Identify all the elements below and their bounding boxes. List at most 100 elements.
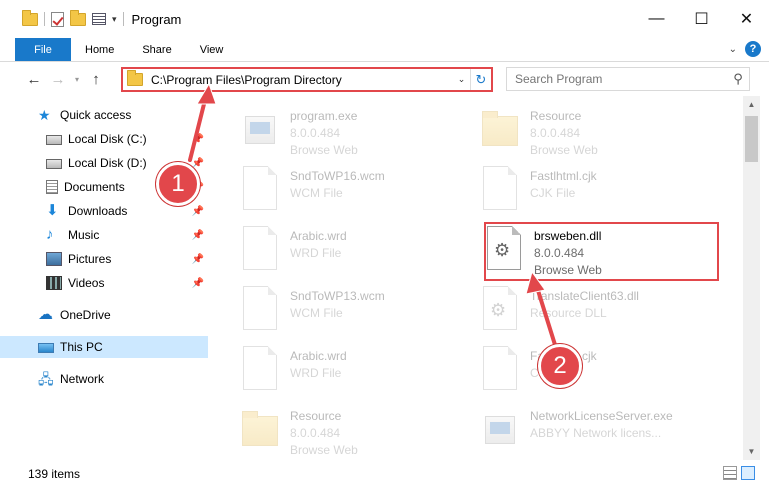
file-version: 8.0.0.484: [290, 126, 341, 140]
tab-share[interactable]: Share: [128, 38, 185, 61]
sidebar-item-label: Quick access: [60, 108, 132, 122]
tiles-view-icon[interactable]: [741, 466, 755, 480]
vertical-scrollbar[interactable]: ▲ ▼: [743, 96, 760, 460]
pin-icon: 📌: [191, 277, 204, 289]
search-box[interactable]: ⚲: [506, 67, 750, 91]
file-item[interactable]: program.exe 8.0.0.484 Browse Web: [240, 102, 485, 160]
file-item[interactable]: Resource 8.0.0.484 Browse Web: [240, 402, 485, 460]
file-name: SndToWP16.wcm: [290, 169, 385, 183]
title-bar: ▾ Program — ☐ ✕: [0, 0, 769, 38]
status-bar: 139 items: [0, 460, 769, 488]
file-item[interactable]: Arabic.wrd WRD File: [240, 222, 485, 280]
folder-icon: [127, 70, 143, 86]
file-type: Resource DLL: [530, 306, 607, 320]
file-name: Arabic.wrd: [290, 229, 347, 243]
sidebar-item-local-disk-c[interactable]: Local Disk (C:) 📌: [0, 128, 208, 150]
sidebar-item-label: This PC: [60, 340, 103, 354]
up-button[interactable]: ↑: [84, 71, 108, 88]
sidebar-item-network[interactable]: 🖧 Network: [0, 368, 208, 390]
file-version: 8.0.0.484: [530, 126, 581, 140]
pin-icon: 📌: [191, 253, 204, 265]
folder-icon[interactable]: [22, 9, 38, 26]
help-icon[interactable]: ?: [745, 41, 761, 57]
scroll-thumb[interactable]: [745, 116, 758, 162]
tab-view[interactable]: View: [186, 38, 238, 61]
sidebar-item-onedrive[interactable]: ☁ OneDrive: [0, 304, 208, 326]
scroll-up-icon[interactable]: ▲: [743, 96, 760, 113]
refresh-icon[interactable]: ↻: [471, 72, 491, 88]
item-count: 139 items: [28, 467, 81, 481]
sidebar-item-this-pc[interactable]: This PC: [0, 336, 208, 358]
file-description: Browse Web: [530, 143, 598, 157]
sidebar-item-pictures[interactable]: Pictures 📌: [0, 248, 208, 270]
file-item[interactable]: Arabic.wrd WRD File: [240, 342, 485, 400]
file-type: CJK File: [530, 186, 576, 200]
videos-icon: [46, 276, 62, 290]
document-file-icon: [240, 226, 280, 272]
address-bar[interactable]: C:\Program Files\Program Directory ⌄ ↻: [121, 67, 493, 92]
file-item[interactable]: SndToWP13.wcm WCM File: [240, 282, 485, 340]
tab-home[interactable]: Home: [71, 38, 128, 61]
file-item[interactable]: Fastlhtml.cjk CJK File: [480, 162, 725, 220]
toolbar-separator: [44, 12, 45, 26]
file-version: 8.0.0.484: [290, 426, 341, 440]
forward-button[interactable]: →: [46, 71, 70, 88]
exe-file-icon: [240, 106, 280, 152]
sidebar-item-videos[interactable]: Videos 📌: [0, 272, 208, 294]
pictures-icon: [46, 252, 62, 266]
file-type: WRD File: [290, 366, 342, 380]
properties-check-icon[interactable]: [51, 11, 64, 27]
sidebar-item-label: Network: [60, 372, 105, 386]
file-item[interactable]: Fastlhtml.cjk CJK File: [480, 342, 725, 400]
music-icon: ♪: [46, 226, 54, 243]
document-file-icon: [240, 166, 280, 212]
sidebar-item-quick-access[interactable]: ★ Quick access: [0, 104, 208, 126]
window-title: Program: [131, 11, 182, 27]
pin-icon: 📌: [191, 205, 204, 217]
recent-locations-dropdown-icon[interactable]: ▾: [70, 75, 84, 84]
document-file-icon: [480, 346, 520, 392]
computer-icon: [38, 342, 54, 353]
scroll-down-icon[interactable]: ▼: [743, 443, 760, 460]
file-name: Fastlhtml.cjk: [530, 169, 597, 183]
close-button[interactable]: ✕: [724, 0, 769, 38]
file-name: Arabic.wrd: [290, 349, 347, 363]
step-badge-1: 1: [156, 162, 200, 206]
maximize-button[interactable]: ☐: [679, 0, 724, 38]
file-item[interactable]: NetworkLicenseServer.exe ABBYY Network l…: [480, 402, 725, 460]
address-path[interactable]: C:\Program Files\Program Directory: [151, 73, 453, 87]
address-dropdown-icon[interactable]: ⌄: [453, 69, 471, 90]
star-icon: ★: [38, 107, 51, 123]
window-controls: — ☐ ✕: [634, 0, 769, 38]
file-item[interactable]: SndToWP16.wcm WCM File: [240, 162, 485, 220]
sidebar-item-music[interactable]: ♪ Music 📌: [0, 224, 208, 246]
exe-file-icon: [480, 406, 520, 452]
step-badge-2: 2: [538, 344, 582, 388]
tab-file[interactable]: File: [15, 38, 71, 61]
window-bottom-edge: [0, 488, 769, 503]
download-icon: ⬇: [46, 202, 59, 219]
pin-icon: 📌: [191, 229, 204, 241]
folder-icon: [480, 106, 520, 152]
back-button[interactable]: ←: [22, 71, 46, 88]
search-icon[interactable]: ⚲: [727, 71, 749, 87]
pin-icon: 📌: [191, 133, 204, 145]
file-name: Resource: [290, 409, 342, 423]
document-file-icon: [240, 346, 280, 392]
sidebar-item-label: Videos: [68, 276, 105, 290]
quick-access-dropdown-icon[interactable]: ▾: [112, 14, 117, 25]
file-type: WRD File: [290, 246, 342, 260]
file-item[interactable]: Resource 8.0.0.484 Browse Web: [480, 102, 725, 160]
navigation-pane: ★ Quick access Local Disk (C:) 📌 Local D…: [0, 96, 208, 460]
file-item[interactable]: ⚙ TranslateClient63.dll Resource DLL: [480, 282, 725, 340]
search-input[interactable]: [507, 72, 727, 86]
details-view-icon[interactable]: [723, 466, 737, 480]
expand-ribbon-icon[interactable]: ⌄: [729, 44, 737, 55]
sidebar-item-label: Local Disk (C:): [68, 132, 147, 146]
sidebar-item-label: Pictures: [68, 252, 112, 266]
folder-icon: [240, 406, 280, 452]
new-folder-icon[interactable]: [70, 9, 86, 26]
minimize-button[interactable]: —: [634, 0, 679, 38]
document-file-icon: [480, 166, 520, 212]
customize-icon[interactable]: [92, 13, 106, 25]
